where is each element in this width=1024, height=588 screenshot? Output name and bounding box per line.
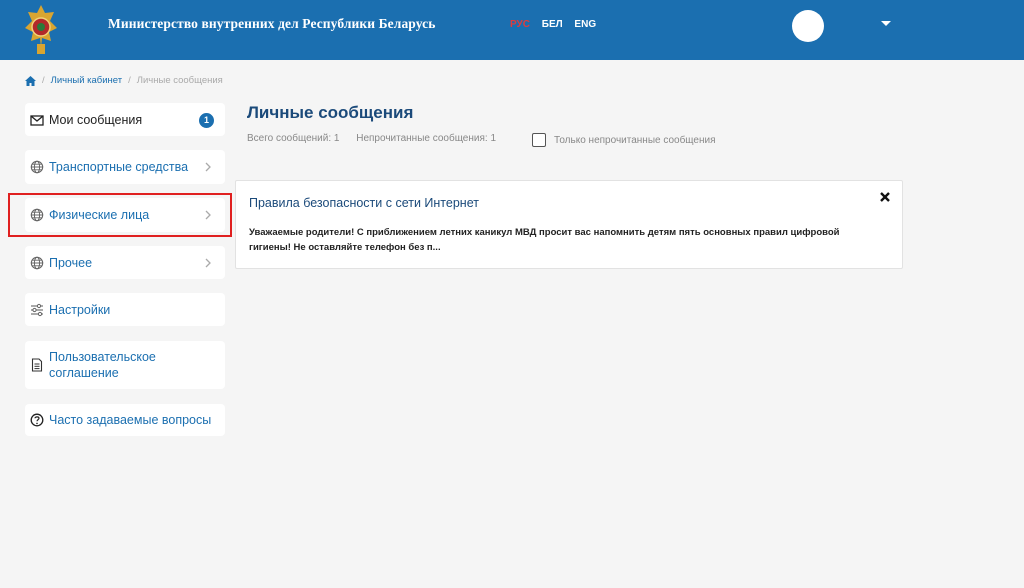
- user-menu-chevron-down-icon[interactable]: [881, 21, 891, 26]
- language-switcher: РУС БЕЛ ENG: [510, 19, 605, 30]
- globe-icon: [30, 160, 44, 174]
- document-icon: [31, 358, 43, 372]
- top-header: Министерство внутренних дел Республики Б…: [0, 0, 1024, 60]
- close-icon[interactable]: [879, 191, 891, 203]
- sidebar-item-label: Мои сообщения: [49, 112, 143, 127]
- ministry-emblem-icon[interactable]: [24, 4, 58, 56]
- total-messages-count: Всего сообщений: 1: [247, 133, 340, 144]
- message-preview: Уважаемые родители! С приближением летни…: [249, 227, 840, 253]
- sidebar-item-label: Прочее: [49, 255, 93, 270]
- user-avatar[interactable]: [792, 10, 824, 42]
- unread-only-label: Только непрочитанные сообщения: [554, 134, 716, 146]
- sidebar-item-label: Часто задаваемые вопросы: [49, 413, 212, 427]
- unread-only-checkbox[interactable]: [532, 133, 546, 147]
- home-icon[interactable]: [25, 75, 36, 86]
- breadcrumb: / Личный кабинет / Личные сообщения: [25, 75, 223, 86]
- sidebar-item-vehicles[interactable]: Транспортные средства: [25, 150, 225, 184]
- message-stats: Всего сообщений: 1 Непрочитанные сообщен…: [247, 133, 510, 144]
- ministry-title: Министерство внутренних дел Республики Б…: [108, 16, 436, 31]
- sidebar-item-other[interactable]: Прочее: [25, 246, 225, 279]
- chevron-right-icon: [205, 162, 211, 172]
- sidebar-item-label: Пользовательское соглашение: [49, 350, 156, 380]
- breadcrumb-link-cabinet[interactable]: Личный кабинет: [51, 75, 122, 86]
- sidebar-item-user-agreement[interactable]: Пользовательское соглашение: [25, 341, 225, 389]
- lang-ru[interactable]: РУС: [510, 19, 530, 30]
- sidebar-item-my-messages[interactable]: Мои сообщения 1: [25, 103, 225, 136]
- page-title: Личные сообщения: [247, 103, 414, 122]
- envelope-icon: [30, 114, 44, 126]
- message-card[interactable]: Правила безопасности с сети Интернет Ува…: [235, 180, 903, 269]
- lang-be[interactable]: БЕЛ: [542, 19, 563, 30]
- lang-en[interactable]: ENG: [574, 19, 596, 30]
- sidebar-item-label: Настройки: [49, 302, 111, 317]
- chevron-right-icon: [205, 210, 211, 220]
- sidebar-item-label: Физические лица: [49, 208, 150, 222]
- globe-icon: [30, 256, 44, 269]
- unread-only-filter[interactable]: Только непрочитанные сообщения: [532, 133, 716, 147]
- breadcrumb-current: Личные сообщения: [136, 75, 223, 86]
- sidebar-item-settings[interactable]: Настройки: [25, 293, 225, 326]
- unread-count-badge: 1: [199, 112, 214, 128]
- message-title: Правила безопасности с сети Интернет: [249, 196, 479, 210]
- sliders-icon: [31, 303, 43, 316]
- unread-messages-count: Непрочитанные сообщения: 1: [356, 133, 497, 144]
- sidebar-item-individuals[interactable]: Физические лица: [25, 198, 225, 232]
- question-icon: [30, 413, 44, 427]
- sidebar-item-label: Транспортные средства: [49, 160, 189, 174]
- breadcrumb-separator: /: [128, 75, 131, 86]
- chevron-right-icon: [205, 258, 211, 267]
- breadcrumb-separator: /: [42, 75, 45, 86]
- sidebar-item-faq[interactable]: Часто задаваемые вопросы: [25, 404, 225, 436]
- globe-icon: [30, 208, 44, 222]
